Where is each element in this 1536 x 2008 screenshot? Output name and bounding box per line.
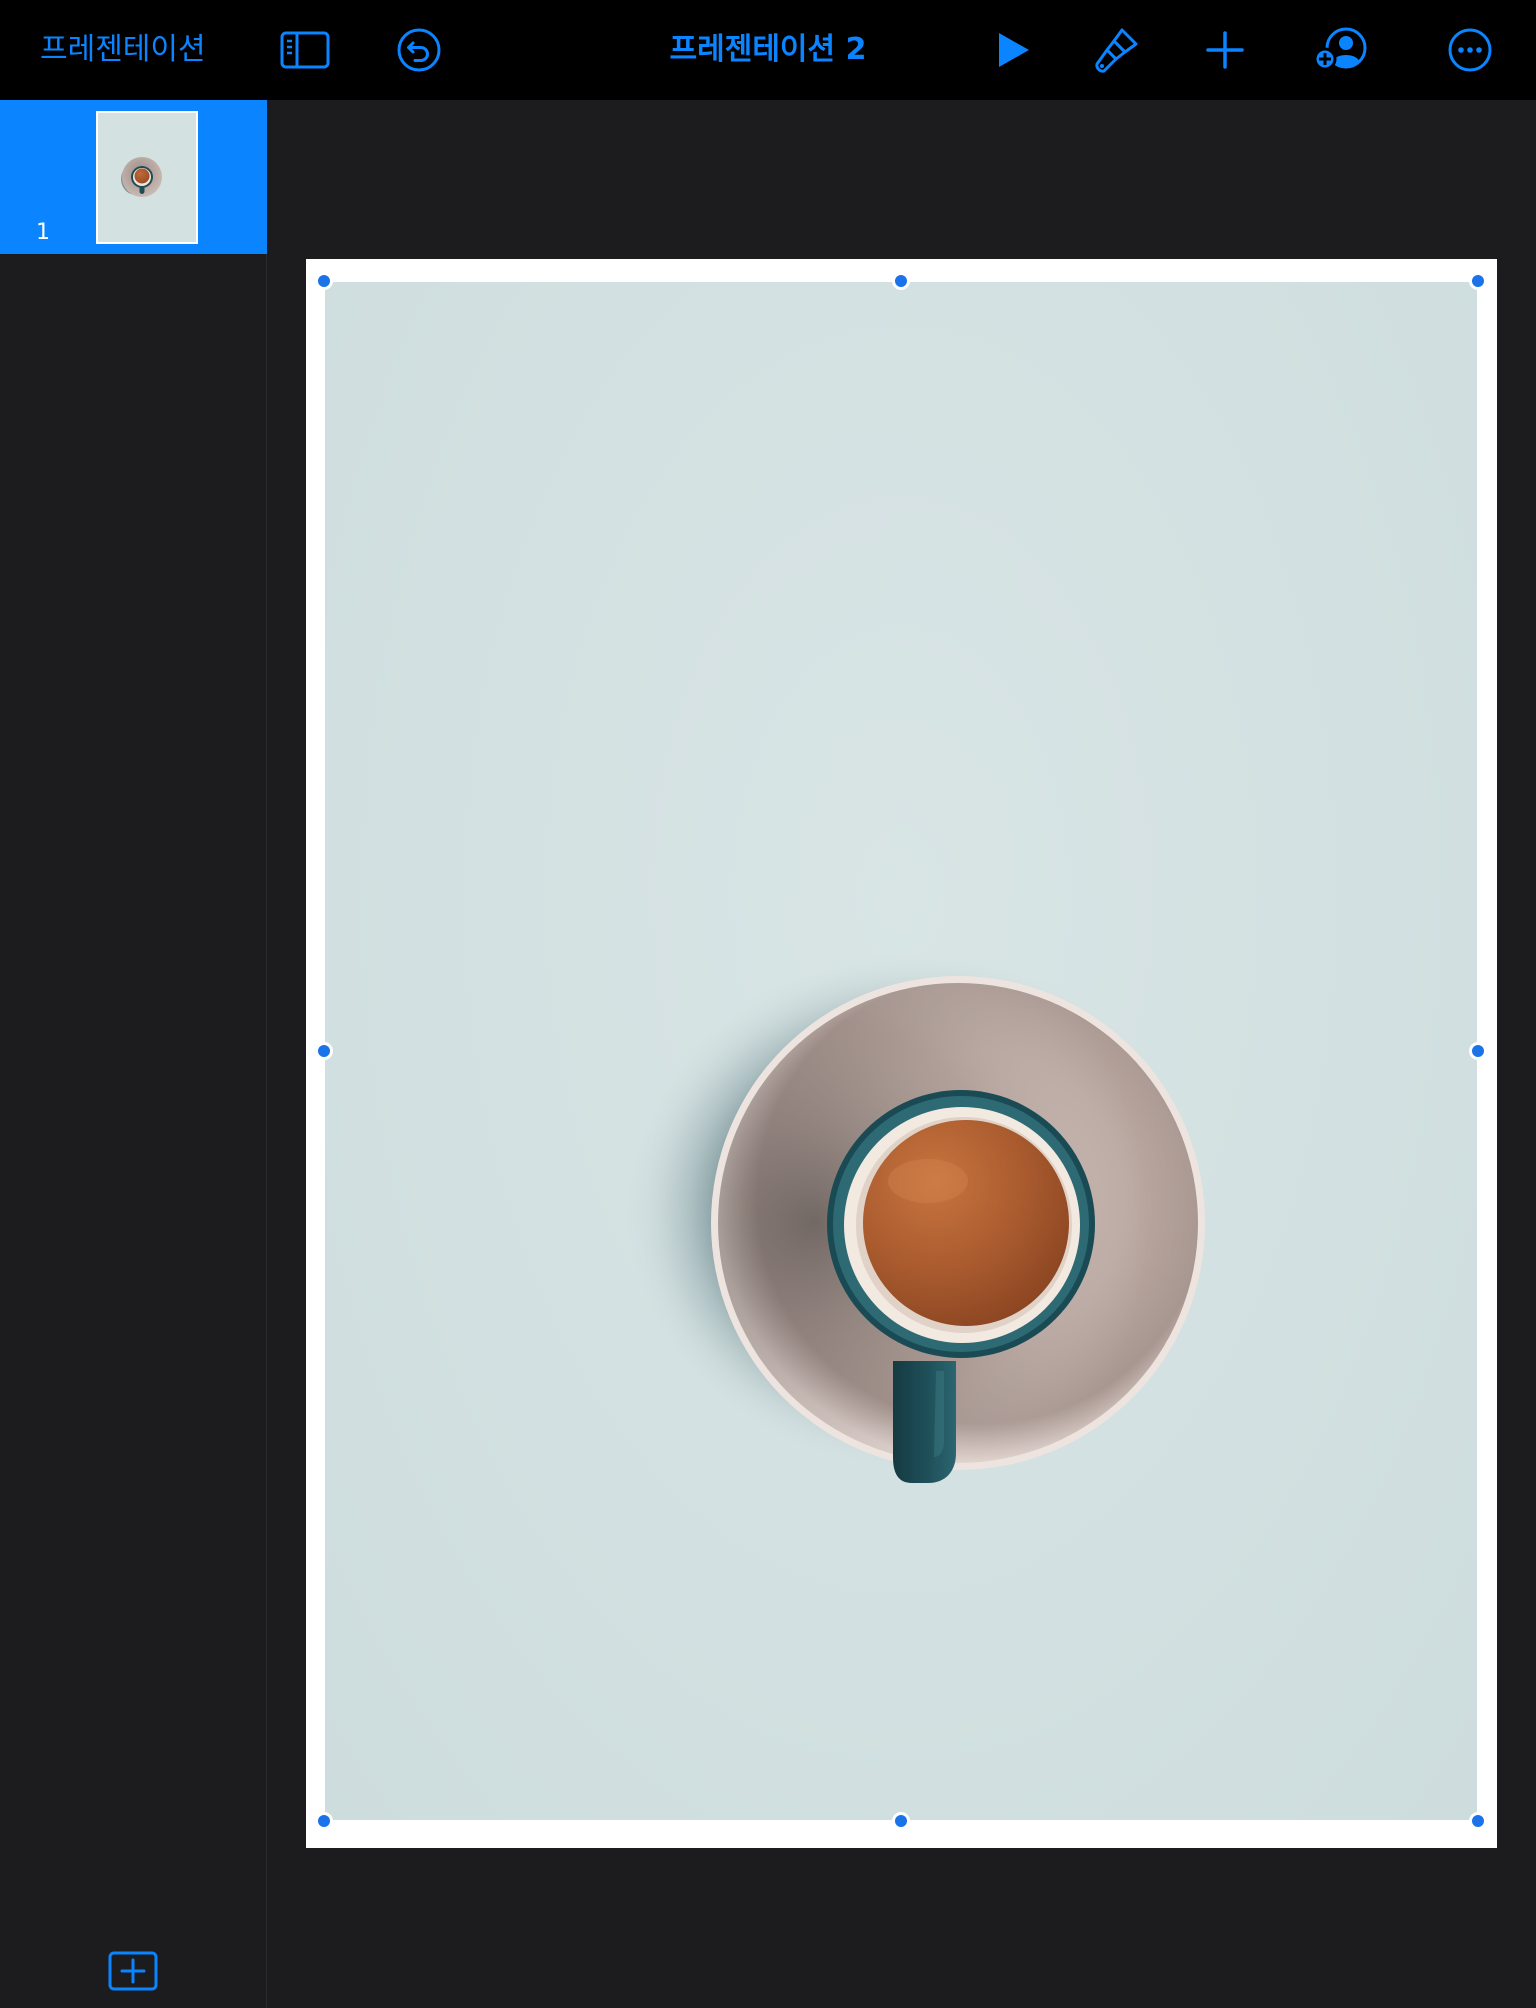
- slide-thumbnail[interactable]: [96, 111, 198, 244]
- selection-frame: [324, 281, 1478, 1821]
- toolbar: 프레젠테이션 프레젠테이션 2: [0, 0, 1536, 100]
- resize-handle-bottom-left[interactable]: [315, 1812, 333, 1830]
- resize-handle-left[interactable]: [315, 1042, 333, 1060]
- collaborate-button[interactable]: [1313, 25, 1369, 75]
- add-slide-button[interactable]: [108, 1946, 158, 1996]
- more-button[interactable]: [1445, 25, 1495, 75]
- resize-handle-right[interactable]: [1469, 1042, 1487, 1060]
- sidebar-toggle-icon: [280, 31, 330, 69]
- insert-button[interactable]: [1200, 25, 1250, 75]
- format-button[interactable]: [1091, 25, 1141, 75]
- ellipsis-circle-icon: [1448, 28, 1492, 72]
- play-icon: [999, 33, 1029, 67]
- resize-handle-bottom-right[interactable]: [1469, 1812, 1487, 1830]
- slide[interactable]: [306, 259, 1497, 1848]
- resize-handle-bottom[interactable]: [892, 1812, 910, 1830]
- slide-navigator: 1: [0, 100, 267, 2008]
- undo-button[interactable]: [394, 25, 444, 75]
- undo-icon: [397, 28, 441, 72]
- add-person-icon: [1313, 27, 1367, 71]
- sidebar-toggle-button[interactable]: [280, 25, 330, 75]
- document-title[interactable]: 프레젠테이션 2: [568, 28, 968, 72]
- add-slide-icon: [108, 1951, 158, 1991]
- slide-thumbnail-item[interactable]: 1: [0, 100, 267, 254]
- plus-icon: [1206, 31, 1244, 69]
- resize-handle-top-right[interactable]: [1469, 272, 1487, 290]
- resize-handle-top[interactable]: [892, 272, 910, 290]
- presentations-back-button[interactable]: 프레젠테이션: [40, 28, 206, 72]
- slide-canvas[interactable]: [268, 100, 1536, 2008]
- slide-number: 1: [36, 220, 50, 245]
- coffee-cup-thumbnail-image: [98, 113, 196, 242]
- resize-handle-top-left[interactable]: [315, 272, 333, 290]
- paintbrush-icon: [1095, 28, 1138, 73]
- play-button[interactable]: [987, 25, 1037, 75]
